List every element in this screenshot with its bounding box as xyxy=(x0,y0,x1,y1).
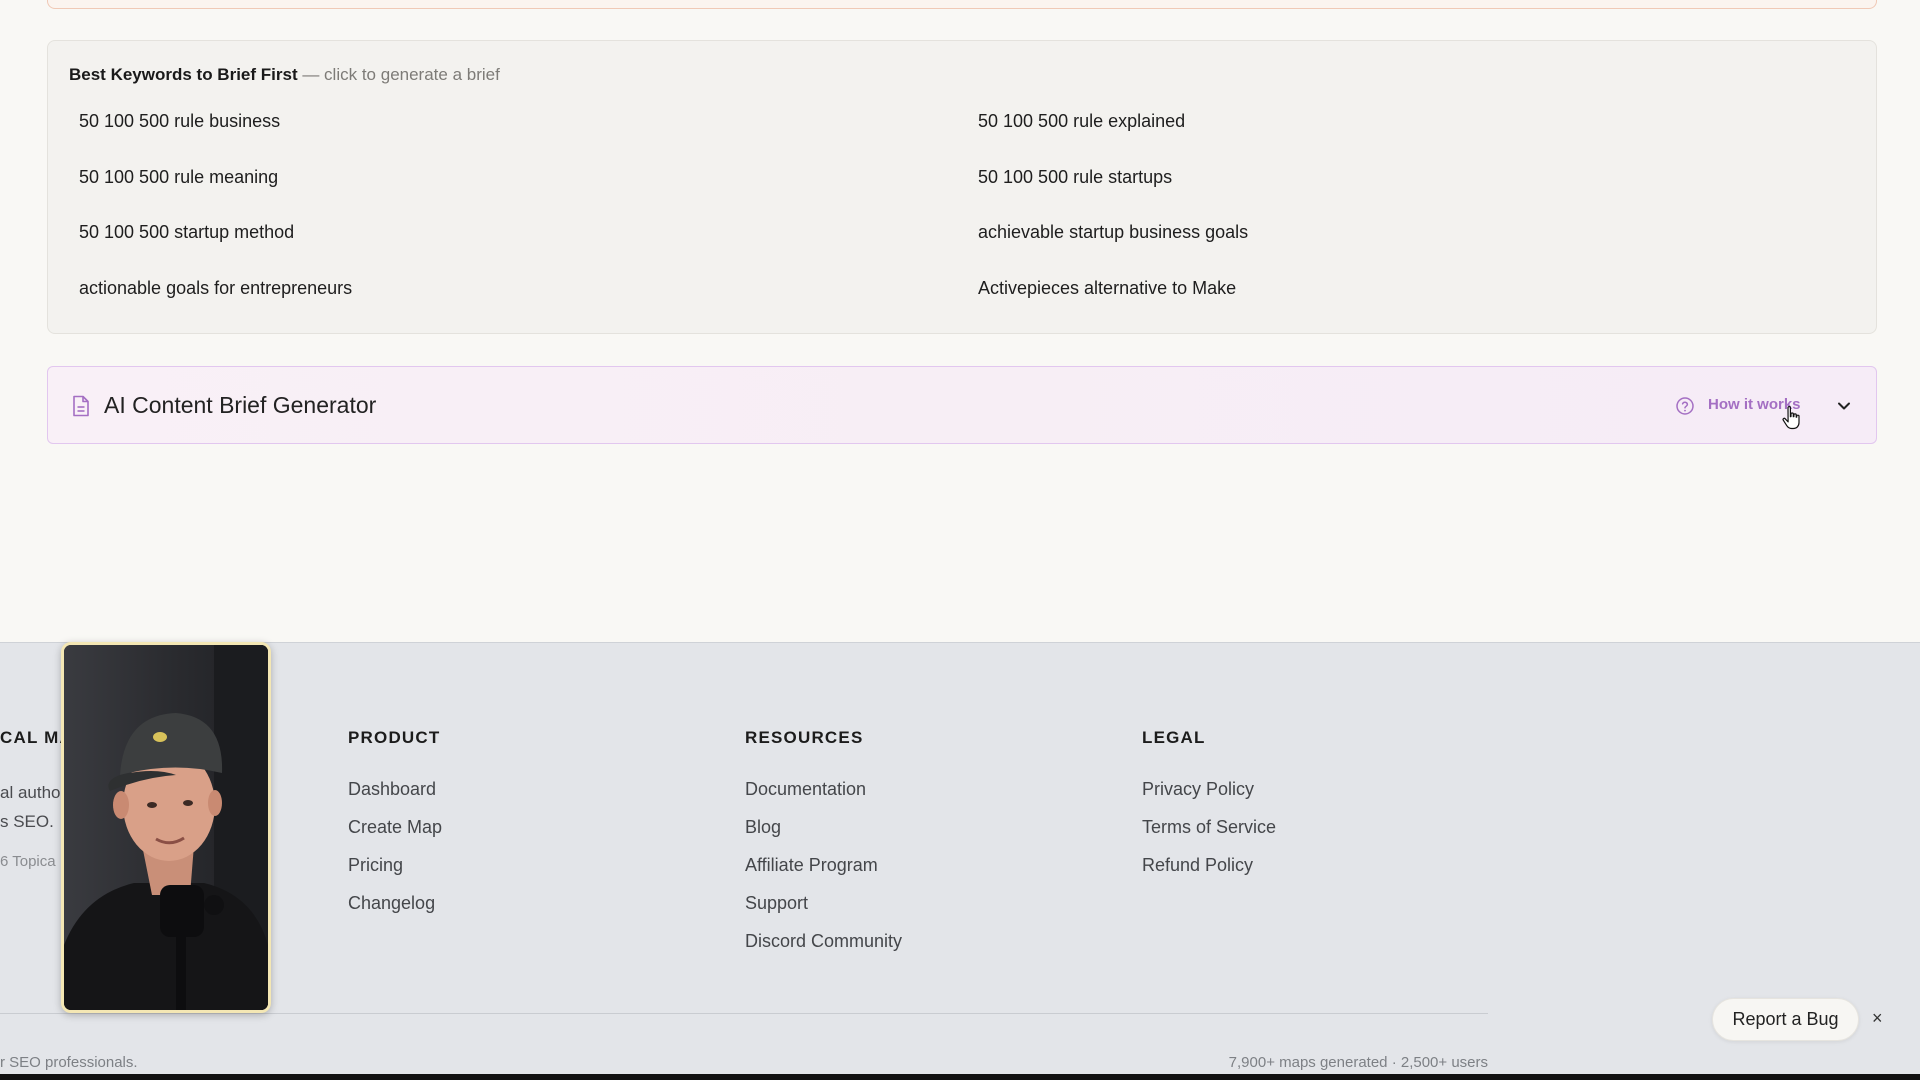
close-icon[interactable]: × xyxy=(1872,1008,1883,1029)
footer-brand-description-line: al autho xyxy=(0,783,61,802)
keywords-heading-title: Best Keywords to Brief First xyxy=(69,65,298,84)
footer-heading-resources: RESOURCES xyxy=(745,728,864,747)
keyword-item[interactable]: 50 100 500 rule meaning xyxy=(79,165,978,221)
footer-link-affiliate-program[interactable]: Affiliate Program xyxy=(745,853,902,891)
webcam-overlay xyxy=(61,642,271,1013)
footer-divider xyxy=(0,1013,1488,1014)
help-circle-icon[interactable] xyxy=(1675,396,1695,416)
keywords-heading-hint: — click to generate a brief xyxy=(297,65,500,84)
footer-tagline: r SEO professionals. xyxy=(0,1054,138,1071)
site-footer: CAL MA al autho s SEO. 6 Topica PRODUCT … xyxy=(0,642,1920,1080)
screen-bottom-edge xyxy=(0,1074,1920,1080)
keywords-heading: Best Keywords to Brief First — click to … xyxy=(69,65,500,85)
keyword-item[interactable]: Activepieces alternative to Make xyxy=(978,276,1869,332)
presenter-video-frame xyxy=(64,645,268,1010)
footer-copyright: 6 Topica xyxy=(0,853,56,870)
keyword-item[interactable]: 50 100 500 rule startups xyxy=(978,165,1869,221)
brief-generator-title: AI Content Brief Generator xyxy=(104,392,377,418)
footer-links-product: Dashboard Create Map Pricing Changelog xyxy=(348,777,442,929)
footer-links-resources: Documentation Blog Affiliate Program Sup… xyxy=(745,777,902,967)
keyword-item[interactable]: 50 100 500 startup method xyxy=(79,220,978,276)
footer-link-create-map[interactable]: Create Map xyxy=(348,815,442,853)
footer-link-privacy-policy[interactable]: Privacy Policy xyxy=(1142,777,1276,815)
footer-link-pricing[interactable]: Pricing xyxy=(348,853,442,891)
document-icon xyxy=(73,395,89,417)
report-bug-button[interactable]: Report a Bug xyxy=(1712,998,1859,1041)
footer-link-terms-of-service[interactable]: Terms of Service xyxy=(1142,815,1276,853)
chevron-down-icon[interactable] xyxy=(1836,398,1852,414)
best-keywords-card: Best Keywords to Brief First — click to … xyxy=(47,40,1877,334)
keyword-item[interactable]: 50 100 500 rule explained xyxy=(978,109,1869,165)
keyword-item[interactable]: 50 100 500 rule business xyxy=(79,109,978,165)
footer-link-support[interactable]: Support xyxy=(745,891,902,929)
footer-link-blog[interactable]: Blog xyxy=(745,815,902,853)
footer-link-discord-community[interactable]: Discord Community xyxy=(745,929,902,967)
keyword-list: 50 100 500 rule business 50 100 500 rule… xyxy=(79,109,1869,332)
footer-link-changelog[interactable]: Changelog xyxy=(348,891,442,929)
footer-brand-description-line: s SEO. xyxy=(0,812,54,831)
footer-links-legal: Privacy Policy Terms of Service Refund P… xyxy=(1142,777,1276,891)
keyword-item[interactable]: actionable goals for entrepreneurs xyxy=(79,276,978,332)
previous-card-edge xyxy=(47,0,1877,9)
content-brief-generator-header[interactable]: AI Content Brief Generator How it works xyxy=(47,366,1877,444)
footer-stats: 7,900+ maps generated · 2,500+ users xyxy=(1228,1054,1488,1071)
footer-brand-description: al autho s SEO. xyxy=(0,778,61,836)
footer-heading-legal: LEGAL xyxy=(1142,728,1206,747)
footer-link-documentation[interactable]: Documentation xyxy=(745,777,902,815)
footer-heading-product: PRODUCT xyxy=(348,728,441,747)
footer-link-refund-policy[interactable]: Refund Policy xyxy=(1142,853,1276,891)
footer-link-dashboard[interactable]: Dashboard xyxy=(348,777,442,815)
hand-pointer-cursor-icon xyxy=(1782,406,1800,430)
keyword-item[interactable]: achievable startup business goals xyxy=(978,220,1869,276)
